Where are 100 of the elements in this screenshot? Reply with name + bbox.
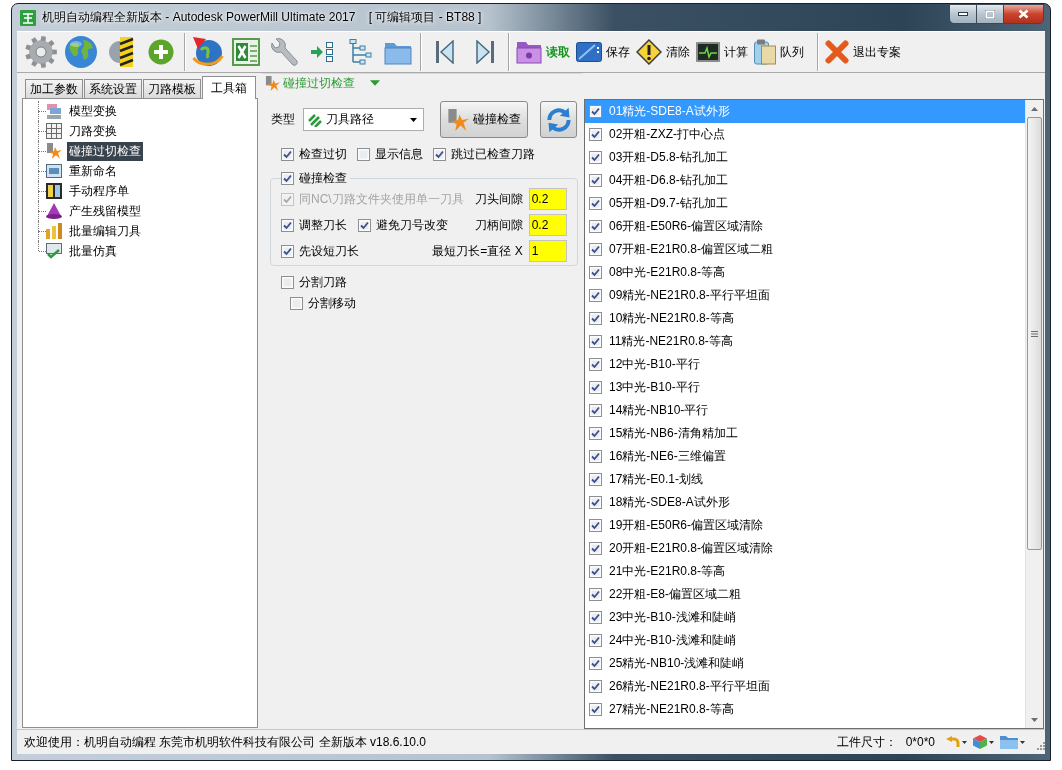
checkbox[interactable]: [589, 243, 602, 256]
checkbox[interactable]: [589, 450, 602, 463]
tab[interactable]: 刀路模板: [143, 79, 201, 98]
list-item[interactable]: 11精光-NE21R0.8-等高: [585, 330, 1025, 353]
tree-item[interactable]: 产生残留模型: [67, 201, 143, 221]
checkbox[interactable]: [589, 128, 602, 141]
tree-item[interactable]: 重新命名: [67, 161, 119, 181]
tab[interactable]: 加工参数: [25, 79, 83, 98]
checkbox[interactable]: [589, 565, 602, 578]
checkbox[interactable]: [589, 427, 602, 440]
tab[interactable]: 系统设置: [84, 79, 142, 98]
tab[interactable]: 工具箱: [202, 76, 256, 99]
list-item[interactable]: 12中光-B10-平行: [585, 353, 1025, 376]
maximize-button[interactable]: [977, 4, 1004, 24]
checkbox[interactable]: [589, 174, 602, 187]
list-item[interactable]: 20开粗-E21R0.8-偏置区域清除: [585, 537, 1025, 560]
list-item[interactable]: 05开粗-D9.7-钻孔加工: [585, 192, 1025, 215]
toolbar-button[interactable]: 清除: [633, 33, 693, 71]
toolbar-button[interactable]: 读取: [513, 33, 573, 71]
tree-item[interactable]: 手动程序单: [67, 181, 131, 201]
list-item[interactable]: 16精光-NE6-三维偏置: [585, 445, 1025, 468]
checkbox[interactable]: [589, 197, 602, 210]
list-item[interactable]: 22开粗-E8-偏置区域二粗: [585, 583, 1025, 606]
list-item[interactable]: 21中光-E21R0.8-等高: [585, 560, 1025, 583]
list-item[interactable]: 14精光-NB10-平行: [585, 399, 1025, 422]
type-dropdown[interactable]: 刀具路径: [303, 108, 424, 131]
toolbar-button[interactable]: 保存: [573, 33, 633, 71]
list-item[interactable]: 04开粗-D6.8-钻孔加工: [585, 169, 1025, 192]
checkbox[interactable]: [357, 147, 370, 161]
checkbox[interactable]: [290, 296, 303, 310]
check-button[interactable]: 碰撞检查: [440, 101, 528, 138]
checkbox[interactable]: [589, 404, 602, 417]
list-item[interactable]: 18精光-SDE8-A试外形: [585, 491, 1025, 514]
item-label: 18精光-SDE8-A试外形: [609, 494, 730, 511]
checkbox[interactable]: [589, 358, 602, 371]
tree-item[interactable]: 批量仿真: [67, 241, 119, 261]
list-item[interactable]: 27精光-NE21R0.8-等高: [585, 698, 1025, 721]
checkbox[interactable]: [433, 147, 446, 161]
checkbox-label: 跳过已检查刀路: [451, 145, 535, 163]
checkbox[interactable]: [589, 312, 602, 325]
list-item[interactable]: 03开粗-D5.8-钻孔加工: [585, 146, 1025, 169]
list-item[interactable]: 07开粗-E21R0.8-偏置区域二粗: [585, 238, 1025, 261]
minimize-button[interactable]: [949, 4, 977, 24]
tree-item[interactable]: 刀路变换: [67, 121, 119, 141]
checkbox[interactable]: [589, 151, 602, 164]
checkbox[interactable]: [589, 634, 602, 647]
tree-item[interactable]: 模型变换: [67, 101, 119, 121]
tree-item[interactable]: 碰撞过切检查: [67, 141, 143, 161]
list-item[interactable]: 26精光-NE21R0.8-平行平坦面: [585, 675, 1025, 698]
checkbox[interactable]: [589, 473, 602, 486]
checkbox[interactable]: [589, 657, 602, 670]
toolbar-button[interactable]: 计算: [693, 33, 751, 71]
list-item[interactable]: 15精光-NB6-清角精加工: [585, 422, 1025, 445]
checkbox[interactable]: [589, 680, 602, 693]
checkbox[interactable]: [358, 218, 371, 232]
checkbox[interactable]: [589, 519, 602, 532]
list-item[interactable]: 23中光-B10-浅滩和陡峭: [585, 606, 1025, 629]
item-label: 19开粗-E50R6-偏置区域清除: [609, 517, 764, 534]
checkbox[interactable]: [589, 220, 602, 233]
checkbox[interactable]: [589, 496, 602, 509]
list-item[interactable]: 08中光-E21R0.8-等高: [585, 261, 1025, 284]
input-field[interactable]: 0.2: [528, 214, 567, 236]
checkbox[interactable]: [281, 171, 294, 185]
list-item[interactable]: 06开粗-E50R6-偏置区域清除: [585, 215, 1025, 238]
list-item[interactable]: 09精光-NE21R0.8-平行平坦面: [585, 284, 1025, 307]
item-label: 15精光-NB6-清角精加工: [609, 425, 738, 442]
checkbox[interactable]: [281, 275, 294, 289]
checkbox[interactable]: [589, 289, 602, 302]
refresh-button[interactable]: [540, 101, 577, 138]
scrollbar-thumb[interactable]: [1027, 117, 1042, 550]
checkbox[interactable]: [589, 105, 602, 118]
checkbox[interactable]: [589, 335, 602, 348]
checkbox[interactable]: [589, 588, 602, 601]
checkbox[interactable]: [281, 218, 294, 232]
dropdown-button[interactable]: [970, 732, 997, 752]
toolbar-button[interactable]: 队列: [751, 33, 807, 71]
close-button[interactable]: [1004, 4, 1044, 24]
checkbox[interactable]: [281, 147, 294, 161]
list-item[interactable]: 02开粗-ZXZ-打中心点: [585, 123, 1025, 146]
list-item[interactable]: 25精光-NB10-浅滩和陡峭: [585, 652, 1025, 675]
item-label: 04开粗-D6.8-钻孔加工: [609, 172, 728, 189]
list-item[interactable]: 19开粗-E50R6-偏置区域清除: [585, 514, 1025, 537]
spark-icon: [46, 143, 62, 159]
scrollbar[interactable]: [1025, 100, 1043, 728]
grip-icon: [1031, 330, 1038, 337]
checkbox[interactable]: [589, 542, 602, 555]
list-item[interactable]: 10精光-NE21R0.8-等高: [585, 307, 1025, 330]
checkbox[interactable]: [281, 244, 294, 258]
tree-item[interactable]: 批量编辑刀具: [67, 221, 143, 241]
checkbox[interactable]: [589, 381, 602, 394]
checkbox[interactable]: [589, 611, 602, 624]
checkbox[interactable]: [589, 703, 602, 716]
input-field[interactable]: 1: [528, 240, 567, 262]
list-item[interactable]: 24中光-B10-浅滩和陡峭: [585, 629, 1025, 652]
list-item[interactable]: 17精光-E0.1-划线: [585, 468, 1025, 491]
toolbar-button[interactable]: 退出专案: [822, 33, 904, 71]
input-field[interactable]: 0.2: [528, 188, 567, 210]
item-label: 24中光-B10-浅滩和陡峭: [609, 632, 736, 649]
checkbox[interactable]: [589, 266, 602, 279]
list-item[interactable]: 13中光-B10-平行: [585, 376, 1025, 399]
